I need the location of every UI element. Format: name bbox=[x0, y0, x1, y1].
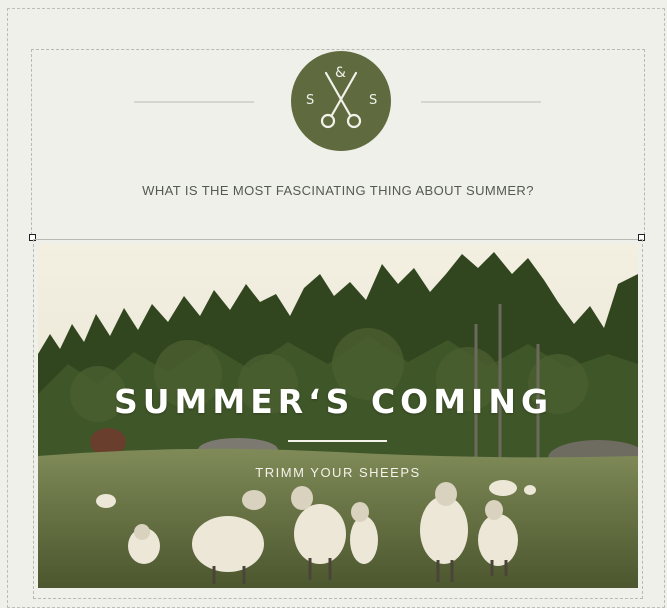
logo-letter-left: S bbox=[306, 93, 315, 108]
scissors-icon bbox=[320, 71, 362, 129]
hero-divider bbox=[288, 440, 387, 442]
header-question: WHAT IS THE MOST FASCINATING THING ABOUT… bbox=[142, 183, 534, 198]
hero-title: SUMMER‘S COMING bbox=[113, 382, 554, 421]
brand-logo: & S S bbox=[291, 51, 391, 151]
header-divider-left bbox=[134, 101, 254, 103]
hero-subtitle: TRIMM YOUR SHEEPS bbox=[255, 465, 421, 480]
header-divider-right bbox=[421, 101, 541, 103]
logo-letter-right: S bbox=[369, 93, 378, 108]
